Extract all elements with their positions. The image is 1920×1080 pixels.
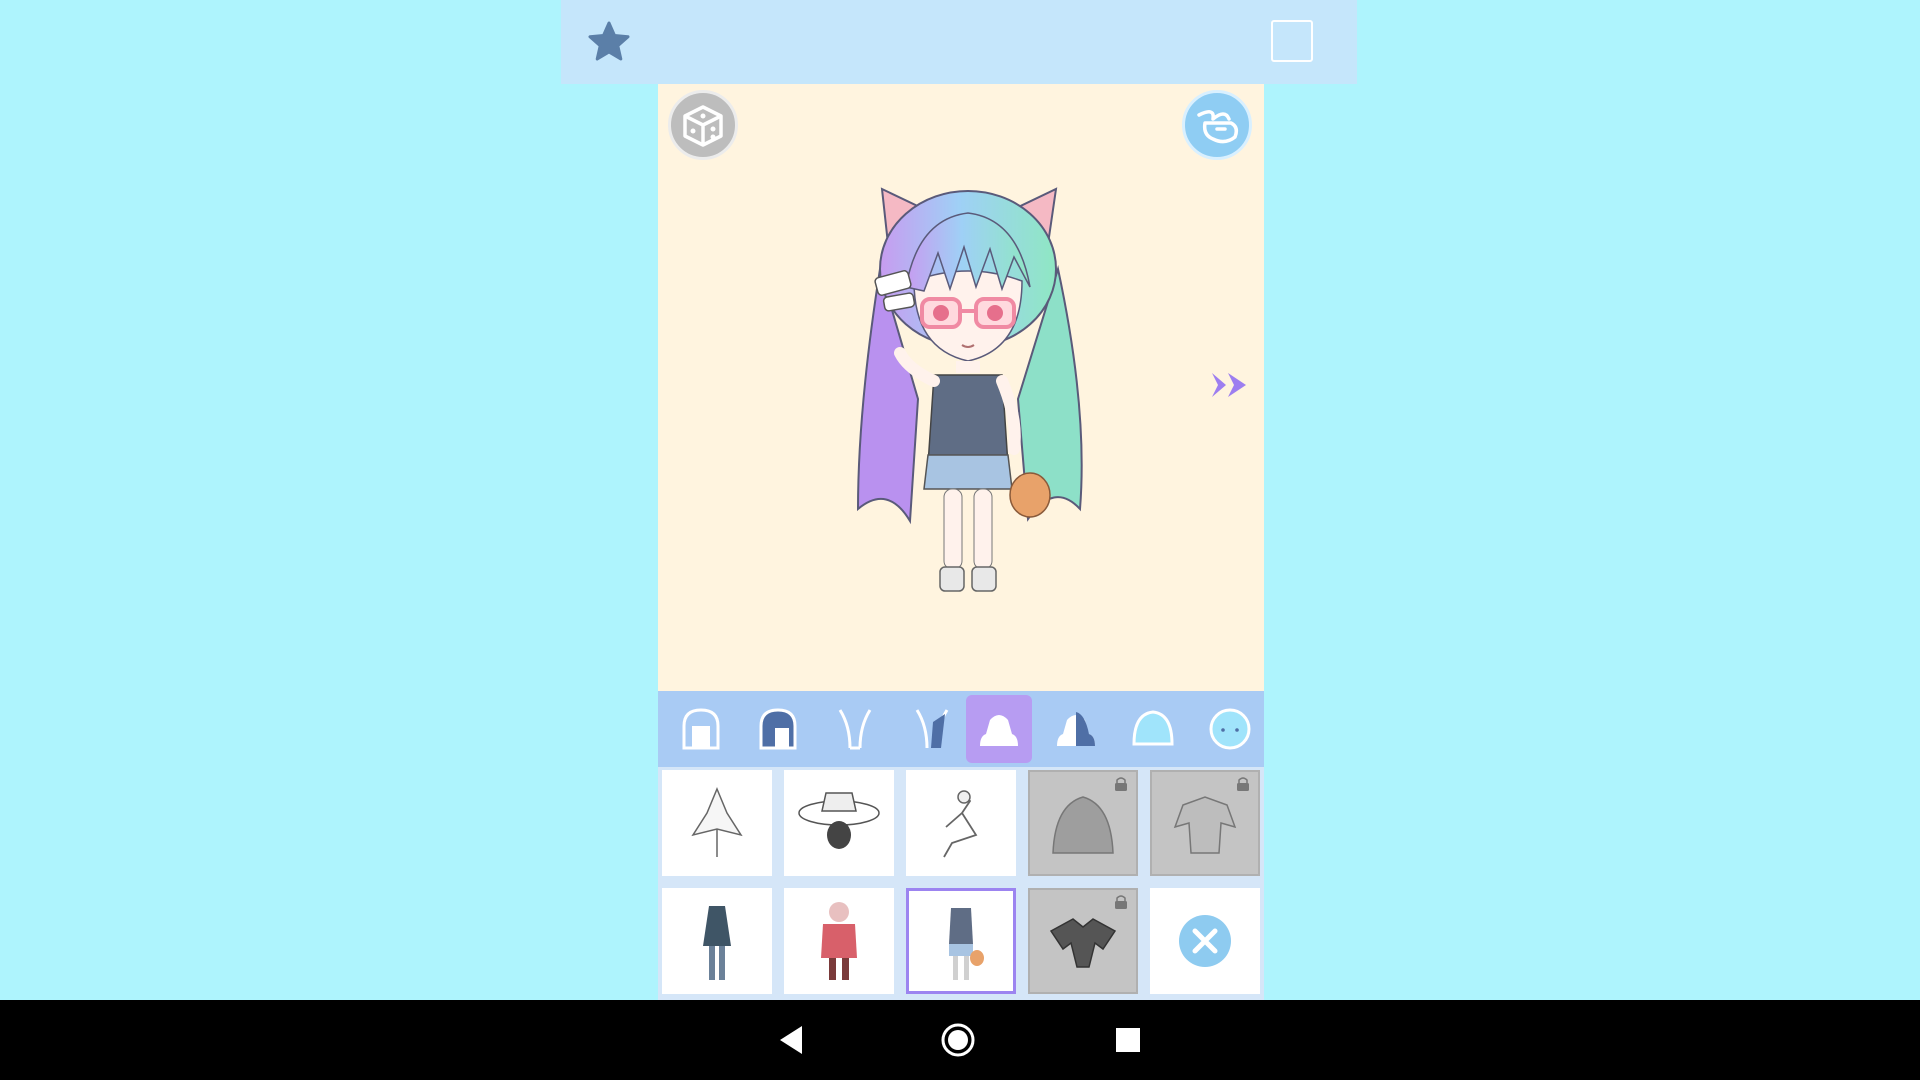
item-cell-locked[interactable] (1150, 770, 1260, 876)
item-cell[interactable] (784, 770, 894, 876)
outfit-alt-icon (1057, 712, 1095, 746)
outfit-tank-shorts-icon (949, 908, 984, 980)
tab-outfit[interactable] (966, 695, 1032, 763)
item-grid (658, 767, 1264, 1000)
character-stage (658, 84, 1264, 691)
double-chevron-right-icon[interactable] (1208, 369, 1254, 401)
back-icon[interactable] (774, 1022, 810, 1058)
outfit-cape-icon (1049, 918, 1117, 968)
outfit-hood-icon (1052, 796, 1114, 854)
remove-icon (1179, 915, 1231, 967)
outfit-ribbon-icon (943, 790, 978, 858)
bunny-button[interactable] (1182, 90, 1252, 160)
tab-outfit-alt[interactable] (1043, 695, 1109, 763)
body-icon (1132, 710, 1174, 746)
tab-body[interactable] (1120, 695, 1186, 763)
bunny-icon (1197, 110, 1239, 144)
tab-back-hair[interactable] (668, 695, 734, 763)
category-tabs (658, 691, 1264, 767)
star-icon[interactable] (585, 18, 633, 66)
remove-item-cell[interactable] (1150, 888, 1260, 994)
ears-icon (838, 709, 872, 750)
item-cell-locked[interactable] (1028, 770, 1138, 876)
dice-icon (683, 105, 723, 147)
item-cell[interactable] (662, 888, 772, 994)
item-cell[interactable] (906, 770, 1016, 876)
item-cell-locked[interactable] (1028, 888, 1138, 994)
top-toolbar (561, 0, 1357, 84)
ears-alt-icon (915, 709, 949, 749)
outfit-hat-icon (798, 792, 880, 849)
tab-ears[interactable] (822, 695, 888, 763)
tab-ears-alt[interactable] (899, 695, 965, 763)
system-nav-bar (0, 1000, 1920, 1080)
face-icon (1209, 708, 1251, 750)
recents-icon[interactable] (1110, 1022, 1146, 1058)
outfit-dark-dress-icon (703, 906, 731, 980)
outfit-icon (980, 715, 1018, 746)
random-button[interactable] (668, 90, 738, 160)
outfit-jacket-icon (1173, 796, 1237, 854)
tab-face[interactable] (1197, 695, 1263, 763)
tab-front-hair[interactable] (745, 695, 811, 763)
outfit-red-coat-icon (821, 902, 857, 980)
outfit-dress-icon (691, 787, 743, 857)
item-cell-selected[interactable] (906, 888, 1016, 994)
back-hair-icon (682, 708, 720, 750)
home-icon[interactable] (940, 1022, 976, 1058)
blank-page-icon[interactable] (1271, 20, 1313, 62)
front-hair-icon (759, 708, 797, 750)
item-cell[interactable] (784, 888, 894, 994)
chibi-character (856, 187, 1083, 592)
item-cell[interactable] (662, 770, 772, 876)
